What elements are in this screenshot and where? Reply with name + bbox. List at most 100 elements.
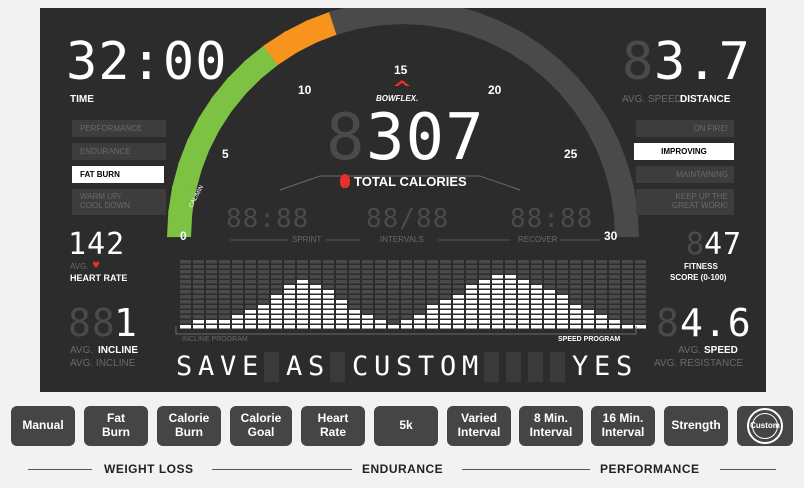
profile-bar-cell — [609, 260, 620, 264]
program-buttons: Manual Fat Burn Calorie Burn Calorie Goa… — [0, 406, 804, 488]
profile-bar-cell — [284, 315, 295, 319]
profile-bar-cell — [362, 305, 373, 309]
profile-bar-cell — [180, 270, 191, 274]
profile-bar-cell — [479, 265, 490, 269]
profile-bar-cell — [466, 295, 477, 299]
profile-bar-cell — [284, 285, 295, 289]
manual-button[interactable]: Manual — [11, 406, 75, 446]
profile-bar-cell — [479, 270, 490, 274]
profile-bar-cell — [349, 275, 360, 279]
profile-bar-cell — [505, 325, 516, 329]
8-min-interval-button[interactable]: 8 Min. Interval — [519, 406, 583, 446]
profile-bar-cell — [427, 315, 438, 319]
profile-bar-cell — [544, 275, 555, 279]
profile-bar-cell — [362, 280, 373, 284]
profile-bar-cell — [297, 285, 308, 289]
profile-bar-cell — [570, 295, 581, 299]
profile-bar-cell — [219, 285, 230, 289]
profile-bar-cell — [206, 300, 217, 304]
profile-bar-cell — [492, 265, 503, 269]
profile-bar-cell — [258, 260, 269, 264]
profile-bar-cell — [336, 325, 347, 329]
profile-bar-cell — [453, 325, 464, 329]
profile-bar-cell — [570, 280, 581, 284]
profile-bar-cell — [336, 265, 347, 269]
profile-bar-cell — [375, 315, 386, 319]
profile-bar-cell — [518, 260, 529, 264]
profile-bar-cell — [375, 325, 386, 329]
profile-bar-cell — [453, 285, 464, 289]
profile-bar-cell — [427, 270, 438, 274]
profile-bar-cell — [414, 300, 425, 304]
profile-bar-cell — [284, 265, 295, 269]
profile-bar-cell — [219, 260, 230, 264]
profile-bar-cell — [193, 265, 204, 269]
profile-bar-cell — [401, 310, 412, 314]
profile-bar-cell — [297, 300, 308, 304]
profile-bar-cell — [232, 260, 243, 264]
profile-bar-cell — [531, 280, 542, 284]
profile-bar-cell — [336, 285, 347, 289]
profile-bar-cell — [362, 285, 373, 289]
profile-bar-cell — [427, 290, 438, 294]
incline-readout: 1 — [114, 301, 138, 345]
strength-button[interactable]: Strength — [664, 406, 728, 446]
profile-bar-cell — [414, 265, 425, 269]
profile-bar-cell — [219, 300, 230, 304]
profile-bar-cell — [284, 320, 295, 324]
profile-bar-cell — [323, 265, 334, 269]
profile-bar-cell — [414, 280, 425, 284]
profile-bar-cell — [622, 315, 633, 319]
profile-bar-cell — [245, 265, 256, 269]
profile-bar-cell — [583, 275, 594, 279]
profile-bar-cell — [271, 280, 282, 284]
profile-bar-cell — [583, 295, 594, 299]
profile-bar-cell — [635, 280, 646, 284]
profile-bar-cell — [544, 280, 555, 284]
profile-bar-cell — [440, 325, 451, 329]
profile-bar-cell — [557, 315, 568, 319]
profile-bar-cell — [479, 280, 490, 284]
calorie-goal-button[interactable]: Calorie Goal — [230, 406, 292, 446]
profile-bar-cell — [518, 325, 529, 329]
profile-bar-cell — [310, 270, 321, 274]
5k-button[interactable]: 5k — [374, 406, 438, 446]
fat-burn-button[interactable]: Fat Burn — [84, 406, 148, 446]
profile-bar-cell — [323, 315, 334, 319]
varied-interval-button[interactable]: Varied Interval — [447, 406, 511, 446]
profile-bar-cell — [232, 315, 243, 319]
profile-bar-cell — [609, 305, 620, 309]
profile-bar-cell — [362, 320, 373, 324]
message-char: M — [462, 351, 479, 382]
16-min-interval-button[interactable]: 16 Min. Interval — [591, 406, 655, 446]
profile-bar-cell — [570, 265, 581, 269]
profile-bar-cell — [245, 275, 256, 279]
profile-bar-cell — [206, 320, 217, 324]
profile-bar-cell — [297, 275, 308, 279]
profile-bar-cell — [453, 300, 464, 304]
profile-bar-cell — [388, 320, 399, 324]
custom-icon: Custom — [747, 408, 783, 444]
profile-bar-cell — [583, 310, 594, 314]
profile-bar-cell — [518, 285, 529, 289]
profile-bar-cell — [401, 295, 412, 299]
profile-bar-cell — [180, 305, 191, 309]
profile-bar-cell — [245, 295, 256, 299]
profile-bar-cell — [414, 315, 425, 319]
profile-bar-cell — [193, 300, 204, 304]
custom-button[interactable]: Custom — [737, 406, 793, 446]
profile-bar-cell — [583, 290, 594, 294]
profile-bar-cell — [297, 280, 308, 284]
profile-bar-cell — [479, 300, 490, 304]
profile-bar-cell — [349, 290, 360, 294]
heart-rate-button[interactable]: Heart Rate — [301, 406, 365, 446]
profile-bar-cell — [219, 320, 230, 324]
profile-bar-cell — [570, 320, 581, 324]
avg-resistance-label: AVG. RESISTANCE — [654, 358, 744, 369]
profile-bar-cell — [479, 325, 490, 329]
speed-program-label: SPEED PROGRAM — [558, 336, 621, 343]
profile-bar-cell — [375, 270, 386, 274]
calorie-burn-button[interactable]: Calorie Burn — [157, 406, 221, 446]
profile-bar-cell — [232, 305, 243, 309]
profile-bar-cell — [336, 300, 347, 304]
